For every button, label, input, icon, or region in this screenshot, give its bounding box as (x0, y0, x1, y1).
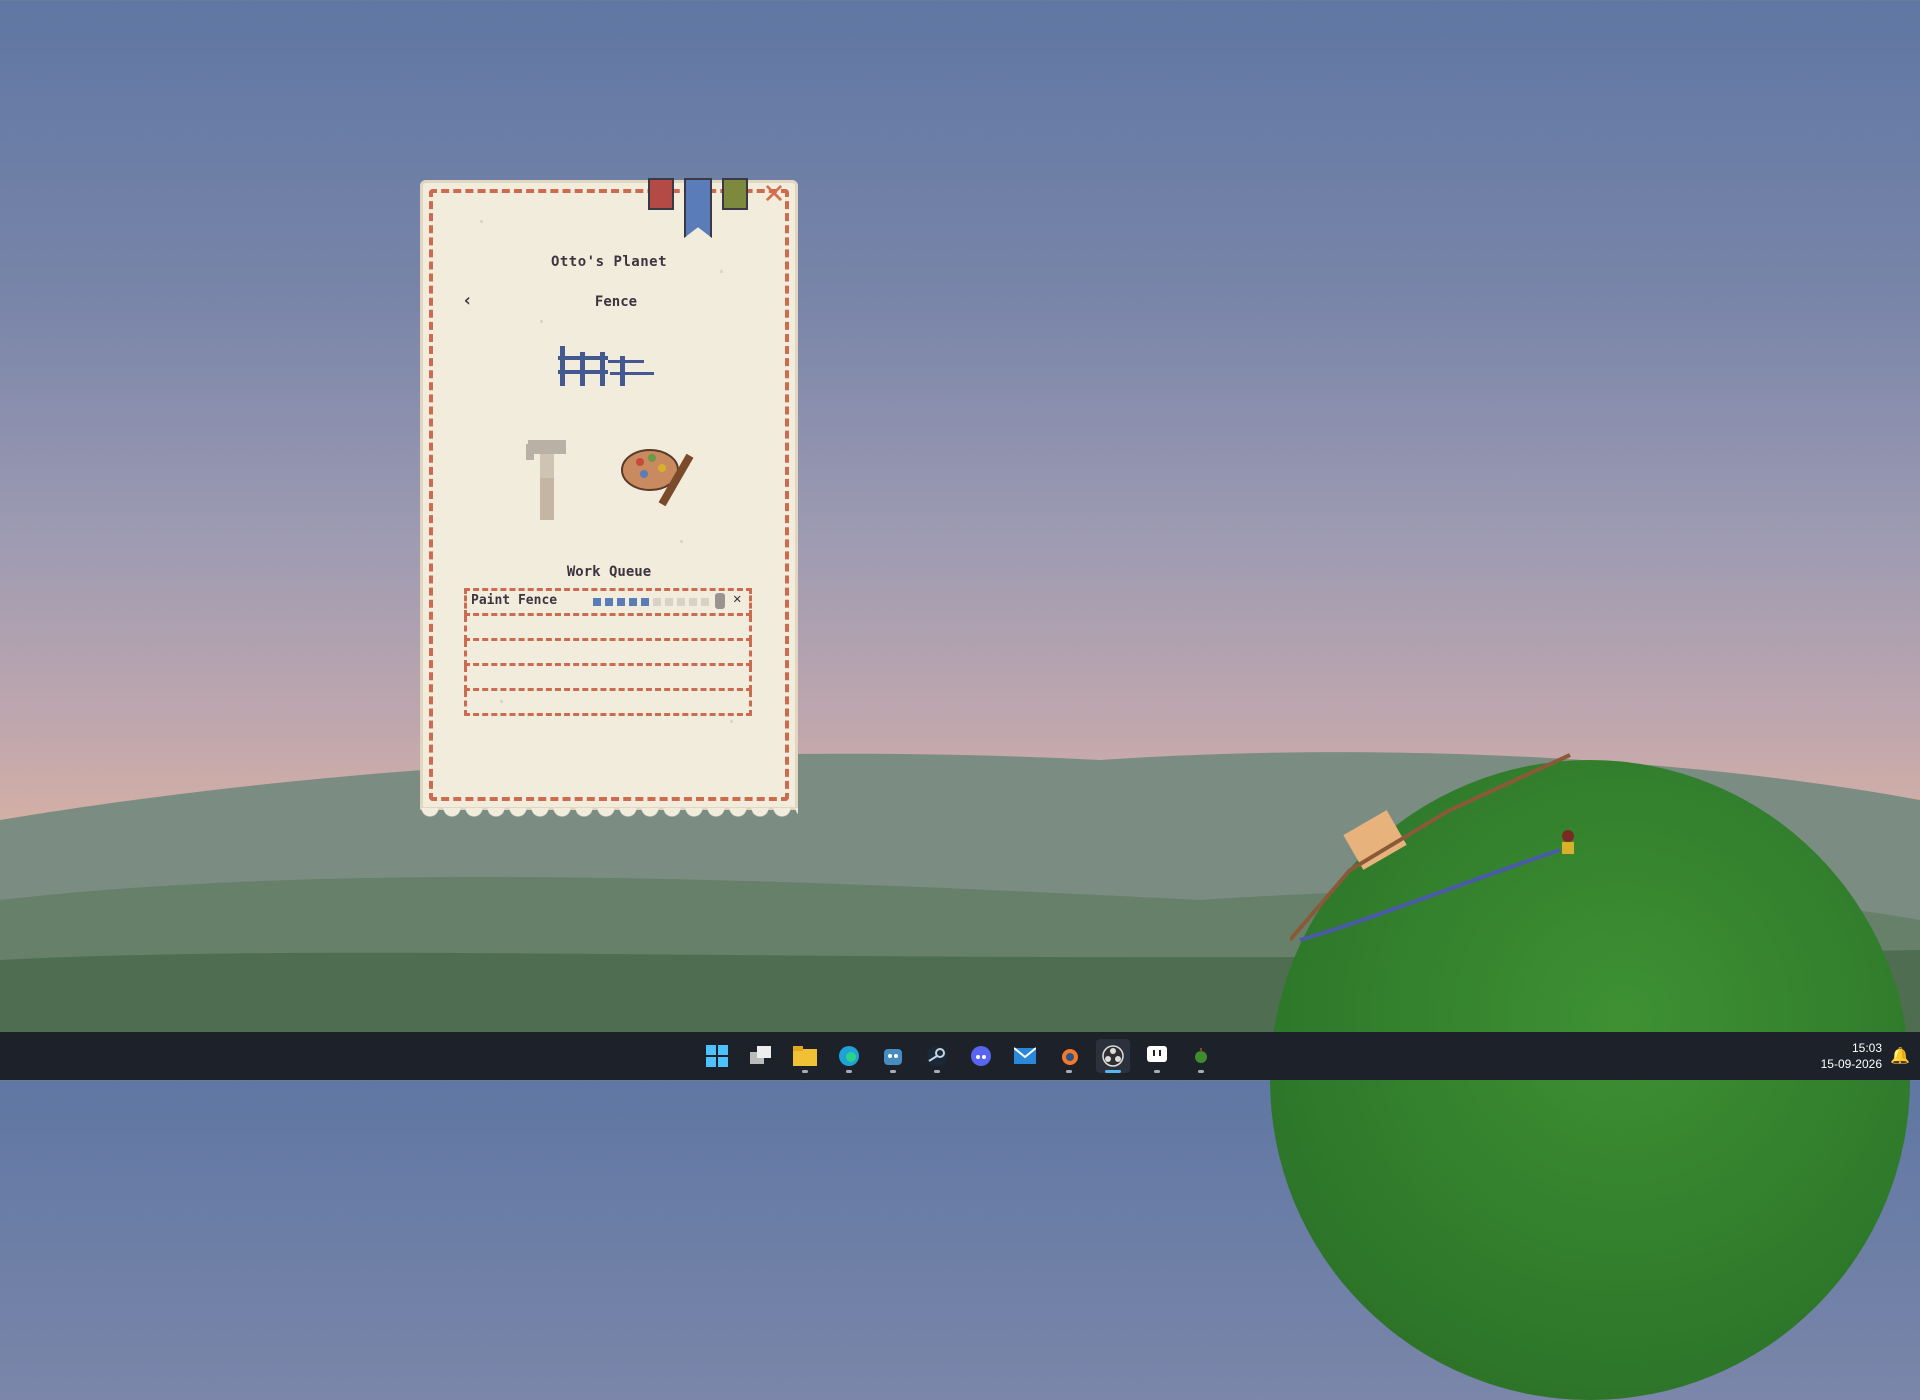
panel-subtitle: Fence (594, 294, 638, 310)
chat-app-icon[interactable] (1140, 1039, 1174, 1073)
file-explorer-icon[interactable] (788, 1039, 822, 1073)
hammer-icon[interactable] (524, 438, 570, 522)
work-queue-list: Paint Fence ✕ (464, 588, 752, 716)
remove-item-icon[interactable]: ✕ (733, 591, 741, 607)
queue-empty-slot (464, 666, 752, 691)
game-icon[interactable] (1184, 1039, 1218, 1073)
queue-item-progress (593, 598, 709, 606)
queue-empty-slot (464, 641, 752, 666)
tab-bar: ✕ (648, 175, 798, 238)
windows-start-icon[interactable] (700, 1039, 734, 1073)
mail-icon[interactable] (1008, 1039, 1042, 1073)
queue-empty-slot (464, 616, 752, 641)
system-clock[interactable]: 15:03 15-09-2026 (1821, 1040, 1882, 1072)
tab-green[interactable] (722, 178, 748, 210)
taskbar-apps (700, 1032, 1218, 1080)
planet-fence-and-buildings (1290, 753, 1574, 942)
tab-blue-bookmark[interactable] (684, 178, 712, 238)
queue-empty-slot (464, 691, 752, 716)
work-queue-title: Work Queue (566, 564, 652, 580)
edge-icon[interactable] (832, 1039, 866, 1073)
obs-icon[interactable] (1096, 1039, 1130, 1073)
taskbar: 15:03 15-09-2026 🔔 (0, 1032, 1920, 1080)
close-icon[interactable]: ✕ (758, 175, 790, 210)
notification-bell-icon[interactable]: 🔔 (1890, 1046, 1910, 1065)
steam-icon[interactable] (920, 1039, 954, 1073)
tab-red[interactable] (648, 178, 674, 210)
blender-icon[interactable] (1052, 1039, 1086, 1073)
fence-panel: ✕ Otto's Planet ‹ Fence Work Queue Paint… (420, 175, 798, 822)
task-view-icon[interactable] (744, 1039, 778, 1073)
clock-date: 15-09-2026 (1820, 1057, 1882, 1071)
queue-item[interactable]: Paint Fence ✕ (464, 588, 752, 616)
godot-icon[interactable] (876, 1039, 910, 1073)
panel-title: Otto's Planet (550, 254, 668, 270)
paint-palette-icon[interactable] (620, 442, 700, 512)
fence-icon (558, 346, 654, 386)
discord-icon[interactable] (964, 1039, 998, 1073)
queue-item-label: Paint Fence (471, 593, 558, 608)
clock-time: 15:03 (1851, 1041, 1882, 1055)
drag-handle-icon[interactable] (715, 593, 725, 609)
